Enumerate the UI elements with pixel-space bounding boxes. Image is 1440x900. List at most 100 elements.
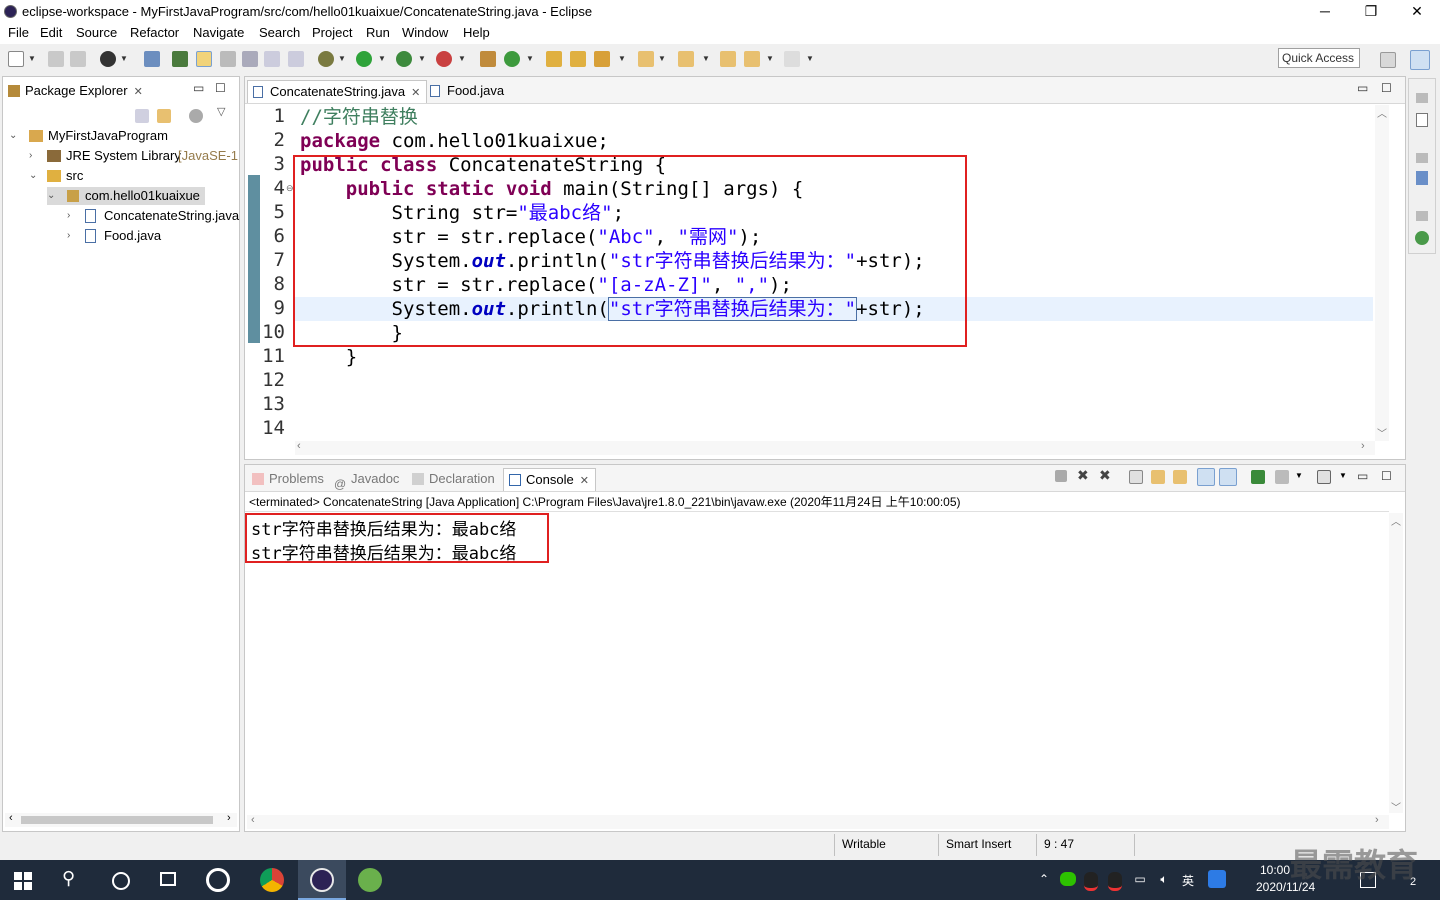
link-with-editor-icon[interactable] xyxy=(157,109,171,123)
new-class-dropdown-icon[interactable]: ▼ xyxy=(526,54,534,63)
new-dropdown-icon[interactable]: ▼ xyxy=(28,54,36,63)
scroll-right-icon[interactable]: › xyxy=(1361,440,1365,452)
mark-occurrences-icon[interactable] xyxy=(196,51,212,67)
chevron-right-icon[interactable]: › xyxy=(67,207,70,225)
debug-user-icon[interactable] xyxy=(100,51,116,67)
open-type-icon[interactable] xyxy=(172,51,188,67)
chevron-down-icon[interactable]: ⌄ xyxy=(9,127,17,145)
close-button[interactable]: ✕ xyxy=(1394,0,1440,24)
new-class-icon[interactable] xyxy=(504,51,520,67)
palette-icon[interactable] xyxy=(1415,231,1429,245)
back-dropdown-icon[interactable]: ▼ xyxy=(766,54,774,63)
menu-refactor[interactable]: Refactor xyxy=(130,25,179,40)
scroll-left-icon[interactable]: ‹ xyxy=(251,814,255,826)
quick-access-input[interactable]: Quick Access xyxy=(1278,48,1360,68)
java-perspective-icon[interactable] xyxy=(1410,50,1430,70)
open-perspective-icon[interactable] xyxy=(1380,52,1396,68)
close-icon[interactable]: ✕ xyxy=(411,87,420,99)
chevron-right-icon[interactable]: › xyxy=(29,147,32,165)
close-icon[interactable]: ✕ xyxy=(134,86,143,98)
tab-console[interactable]: Console ✕ xyxy=(503,468,596,491)
wechat-icon[interactable] xyxy=(1060,872,1076,886)
toggle-word-wrap-icon[interactable] xyxy=(242,51,258,67)
save-icon[interactable] xyxy=(48,51,64,67)
new-java-project-icon[interactable] xyxy=(480,51,496,67)
remove-all-launches-icon[interactable]: ✖ xyxy=(1099,467,1111,484)
save-all-icon[interactable] xyxy=(70,51,86,67)
run-icon[interactable] xyxy=(356,51,372,67)
tab-problems[interactable]: Problems xyxy=(247,468,330,490)
qq-icon[interactable] xyxy=(1108,872,1122,891)
pin-console-icon[interactable] xyxy=(1251,470,1265,484)
windows-start-icon[interactable] xyxy=(14,872,32,890)
open-console-dropdown-icon[interactable]: ▼ xyxy=(1339,471,1347,480)
maximize-view-icon[interactable]: ☐ xyxy=(215,81,226,95)
chevron-down-icon[interactable]: ⌄ xyxy=(29,167,37,185)
menu-search[interactable]: Search xyxy=(259,25,300,40)
network-icon[interactable]: ▭ xyxy=(1132,872,1148,888)
word-wrap-icon[interactable] xyxy=(1173,470,1187,484)
search-dropdown-icon[interactable]: ▼ xyxy=(618,54,626,63)
run-dropdown-icon[interactable]: ▼ xyxy=(378,54,386,63)
back-icon[interactable] xyxy=(744,51,760,67)
chevron-down-icon[interactable]: ⌄ xyxy=(47,187,55,205)
scroll-up-icon[interactable]: ︿ xyxy=(1377,105,1387,120)
search-icon[interactable]: ⚲ xyxy=(62,868,75,889)
horizontal-scrollbar[interactable]: ‹ › xyxy=(247,814,1389,829)
external-tools-icon[interactable] xyxy=(436,51,452,67)
last-edit-icon[interactable] xyxy=(720,51,736,67)
close-icon[interactable]: ✕ xyxy=(580,475,589,487)
chevron-up-icon[interactable]: ⌃ xyxy=(1036,872,1052,888)
volume-icon[interactable]: 🔈︎ xyxy=(1156,872,1172,888)
horizontal-scrollbar[interactable]: ‹ › xyxy=(295,440,1375,455)
maximize-view-icon[interactable]: ☐ xyxy=(1381,469,1392,483)
outline-icon[interactable] xyxy=(1416,113,1428,127)
menu-run[interactable]: Run xyxy=(366,25,390,40)
block-selection-icon[interactable] xyxy=(264,51,280,67)
scroll-right-icon[interactable]: › xyxy=(227,812,231,824)
prev-annotation-icon[interactable] xyxy=(678,51,694,67)
prev-annotation-dropdown-icon[interactable]: ▼ xyxy=(702,54,710,63)
vertical-scrollbar[interactable]: ︿ ﹀ xyxy=(1375,105,1389,441)
minimize-button[interactable]: ─ xyxy=(1302,0,1348,24)
clock-time[interactable]: 10:00 xyxy=(1260,863,1290,877)
menu-navigate[interactable]: Navigate xyxy=(193,25,244,40)
ime-indicator[interactable]: 英 xyxy=(1180,872,1196,888)
task-view-icon[interactable] xyxy=(160,872,176,886)
tab-javadoc[interactable]: @ Javadoc xyxy=(329,468,405,491)
menu-window[interactable]: Window xyxy=(402,25,448,40)
external-tools-dropdown-icon[interactable]: ▼ xyxy=(458,54,466,63)
eclipse-taskbar-button[interactable] xyxy=(298,860,346,900)
tab-food[interactable]: Food.java xyxy=(425,80,510,102)
open-task-icon[interactable] xyxy=(570,51,586,67)
coverage-dropdown-icon[interactable]: ▼ xyxy=(418,54,426,63)
dropdown-icon[interactable]: ▼ xyxy=(120,54,128,63)
open-folder-icon[interactable] xyxy=(546,51,562,67)
app-icon[interactable] xyxy=(206,868,230,892)
show-stdout-icon[interactable] xyxy=(1197,468,1215,486)
search-tool-icon[interactable] xyxy=(594,51,610,67)
debug-dropdown-icon[interactable]: ▼ xyxy=(338,54,346,63)
tree-item-package[interactable]: ⌄ com.hello01kuaixue xyxy=(47,187,205,205)
menu-source[interactable]: Source xyxy=(76,25,117,40)
terminate-icon[interactable] xyxy=(1055,470,1067,482)
coverage-icon[interactable] xyxy=(396,51,412,67)
task-list-icon[interactable] xyxy=(1416,171,1428,185)
debug-icon[interactable] xyxy=(318,51,334,67)
menu-edit[interactable]: Edit xyxy=(40,25,62,40)
view-menu-icon[interactable]: ▽ xyxy=(217,105,225,118)
remove-launch-icon[interactable]: ✖ xyxy=(1077,467,1089,484)
restore-icon[interactable] xyxy=(1416,93,1428,103)
focus-icon[interactable] xyxy=(189,109,203,123)
horizontal-scrollbar[interactable]: ‹ › xyxy=(5,812,237,827)
scroll-thumb[interactable] xyxy=(21,816,213,824)
new-icon[interactable] xyxy=(8,51,24,67)
minimize-view-icon[interactable]: ▭ xyxy=(193,81,204,95)
menu-help[interactable]: Help xyxy=(463,25,490,40)
show-stderr-icon[interactable] xyxy=(1219,468,1237,486)
skip-breakpoints-icon[interactable] xyxy=(144,51,160,67)
scroll-left-icon[interactable]: ‹ xyxy=(9,812,13,824)
maximize-view-icon[interactable]: ☐ xyxy=(1381,81,1392,95)
forward-icon[interactable] xyxy=(784,51,800,67)
display-console-icon[interactable] xyxy=(1275,470,1289,484)
